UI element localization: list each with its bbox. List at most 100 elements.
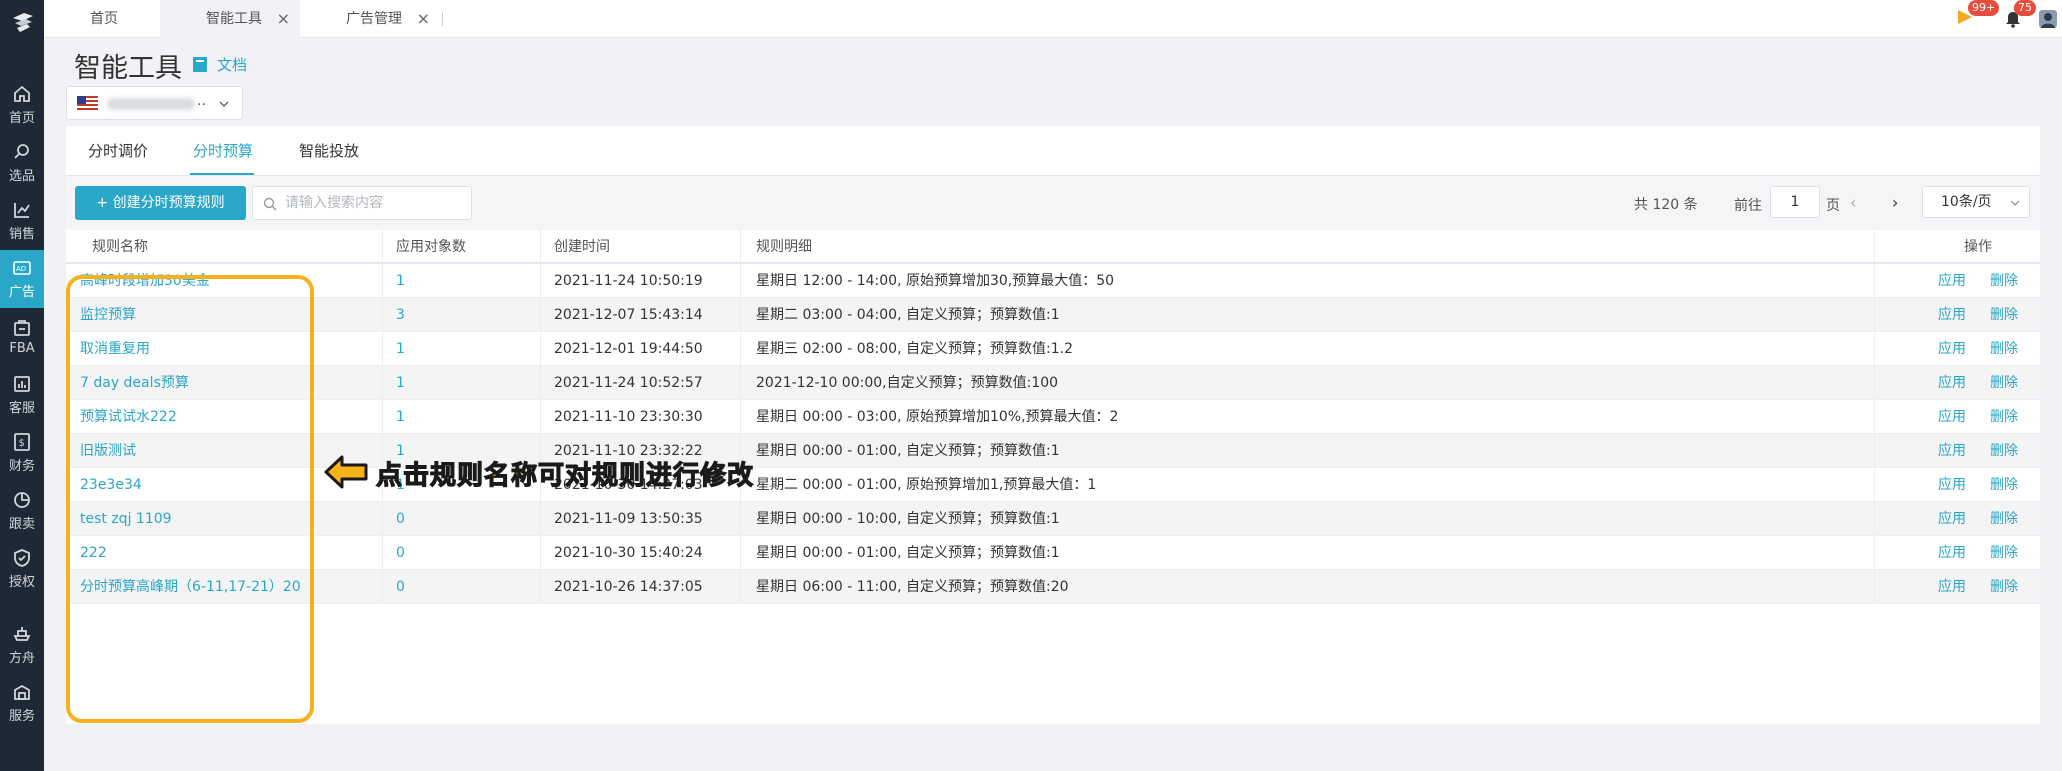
rule-name-link[interactable]: test zqj 1109	[80, 502, 380, 535]
search-box	[252, 186, 472, 220]
rule-target-count[interactable]: 1	[396, 366, 536, 399]
rule-name-link[interactable]: 222	[80, 536, 380, 569]
delete-button[interactable]: 删除	[1990, 477, 2018, 493]
delete-button[interactable]: 删除	[1990, 341, 2018, 357]
close-icon[interactable]: ×	[277, 0, 290, 38]
apply-button[interactable]: 应用	[1938, 307, 1966, 323]
sidebar-item-auth[interactable]: 授权	[0, 540, 44, 598]
tab-ad-management[interactable]: 广告管理 ×	[300, 0, 440, 38]
rule-target-count[interactable]: 1	[396, 332, 536, 365]
close-icon[interactable]: ×	[417, 0, 430, 38]
rule-target-count[interactable]: 3	[396, 298, 536, 331]
column-divider	[540, 400, 541, 433]
sidebar-item-finance[interactable]: $ 财务	[0, 424, 44, 482]
home-icon	[14, 85, 30, 102]
rule-detail: 2021-12-10 00:00,自定义预算；预算数值:100	[756, 375, 1059, 391]
pagination-prev-button[interactable]: ‹	[1850, 193, 1856, 212]
table-header: 规则名称 应用对象数 创建时间 规则明细 操作	[66, 230, 2040, 264]
apply-button[interactable]: 应用	[1938, 511, 1966, 527]
rule-created-time: 2021-10-26 14:37:05	[554, 579, 703, 595]
bar-chart-icon	[14, 376, 30, 392]
rule-target-count[interactable]: 0	[396, 570, 536, 603]
delete-button[interactable]: 删除	[1990, 375, 2018, 391]
create-rule-button[interactable]: + 创建分时预算规则	[75, 186, 246, 220]
apply-button[interactable]: 应用	[1938, 579, 1966, 595]
delete-button[interactable]: 删除	[1990, 443, 2018, 459]
column-divider	[540, 230, 541, 262]
column-divider	[1874, 570, 1875, 603]
column-header-name: 规则名称	[92, 239, 148, 255]
page-size-select[interactable]: 10条/页	[1922, 186, 2030, 218]
rule-target-count[interactable]: 1	[396, 264, 536, 297]
chevron-down-icon	[219, 101, 229, 108]
pagination-page-input[interactable]: 1	[1770, 186, 1820, 218]
doc-link[interactable]: 文档	[192, 54, 247, 75]
tab-smart-placement[interactable]: 智能投放	[299, 140, 359, 161]
sidebar-item-ads[interactable]: AD 广告	[0, 250, 44, 308]
annotation-text: 点击规则名称可对规则进行修改	[375, 460, 755, 491]
rule-target-count[interactable]: 0	[396, 502, 536, 535]
rule-created-time: 2021-11-09 13:50:35	[554, 511, 703, 527]
delete-button[interactable]: 删除	[1990, 511, 2018, 527]
rule-name-link[interactable]: 分时预算高峰期（6-11,17-21）20	[80, 570, 380, 603]
rule-name-link[interactable]: 预算试试水222	[80, 400, 380, 433]
apply-button[interactable]: 应用	[1938, 443, 1966, 459]
apply-button[interactable]: 应用	[1938, 477, 1966, 493]
avatar[interactable]	[2038, 9, 2058, 29]
row-actions: 应用 删除	[1918, 264, 2038, 297]
table-row: 高峰时段增加30美金 1 2021-11-24 10:50:19 星期日 12:00 …	[66, 264, 2040, 298]
delete-button[interactable]: 删除	[1990, 409, 2018, 425]
sidebar-item-fba[interactable]: FBA	[0, 308, 44, 366]
column-divider	[740, 298, 741, 331]
blurred-account-name	[107, 98, 195, 110]
marketplace-select[interactable]: ..	[66, 86, 243, 120]
rule-target-count[interactable]: 1	[396, 400, 536, 433]
sidebar-item-label: 选品	[8, 169, 35, 184]
search-input[interactable]	[285, 187, 465, 219]
column-divider	[382, 570, 383, 603]
rule-created-time: 2021-12-01 19:44:50	[554, 341, 703, 357]
annotation-arrow-icon	[324, 455, 368, 489]
svg-text:AD: AD	[16, 265, 26, 273]
sidebar-item-sales[interactable]: 销售	[0, 192, 44, 250]
sidebar-item-selection[interactable]: 选品	[0, 134, 44, 192]
row-actions: 应用 删除	[1918, 468, 2038, 501]
row-actions: 应用 删除	[1918, 502, 2038, 535]
sidebar-item-home[interactable]: 首页	[0, 76, 44, 134]
sidebar-item-ark[interactable]: 方舟	[0, 616, 44, 674]
truncation-dots: ..	[197, 93, 206, 109]
rule-target-count[interactable]: 0	[396, 536, 536, 569]
rule-name-link[interactable]: 取消重复用	[80, 332, 380, 365]
rule-name-link[interactable]: 7 day deals预算	[80, 366, 380, 399]
column-divider	[540, 264, 541, 297]
apply-button[interactable]: 应用	[1938, 273, 1966, 289]
tab-home[interactable]: 首页	[44, 0, 160, 38]
apply-button[interactable]: 应用	[1938, 409, 1966, 425]
delete-button[interactable]: 删除	[1990, 545, 2018, 561]
rule-created-time: 2021-11-24 10:52:57	[554, 375, 703, 391]
delete-button[interactable]: 删除	[1990, 307, 2018, 323]
tab-time-budget[interactable]: 分时预算	[193, 140, 253, 161]
column-divider	[382, 536, 383, 569]
apply-button[interactable]: 应用	[1938, 375, 1966, 391]
sidebar-item-follow[interactable]: 跟卖	[0, 482, 44, 540]
delete-button[interactable]: 删除	[1990, 273, 2018, 289]
sidebar-item-services[interactable]: 服务	[0, 674, 44, 732]
column-header-created: 创建时间	[554, 239, 610, 255]
message-badge: 75	[2014, 0, 2036, 16]
rule-name-link[interactable]: 监控预算	[80, 298, 380, 331]
tab-smart-tools[interactable]: 智能工具 ×	[160, 0, 300, 38]
logo-icon	[13, 13, 33, 32]
apply-button[interactable]: 应用	[1938, 341, 1966, 357]
sidebar-item-service[interactable]: 客服	[0, 366, 44, 424]
sidebar-item-label: 首页	[8, 111, 35, 126]
apply-button[interactable]: 应用	[1938, 545, 1966, 561]
column-divider	[540, 366, 541, 399]
column-divider	[1874, 468, 1875, 501]
tab-time-bid[interactable]: 分时调价	[88, 140, 148, 161]
pagination-next-button[interactable]: ›	[1892, 193, 1898, 212]
us-flag-icon	[77, 96, 98, 111]
column-divider	[1874, 502, 1875, 535]
rule-name-link[interactable]: 高峰时段增加30美金	[80, 264, 380, 297]
delete-button[interactable]: 删除	[1990, 579, 2018, 595]
